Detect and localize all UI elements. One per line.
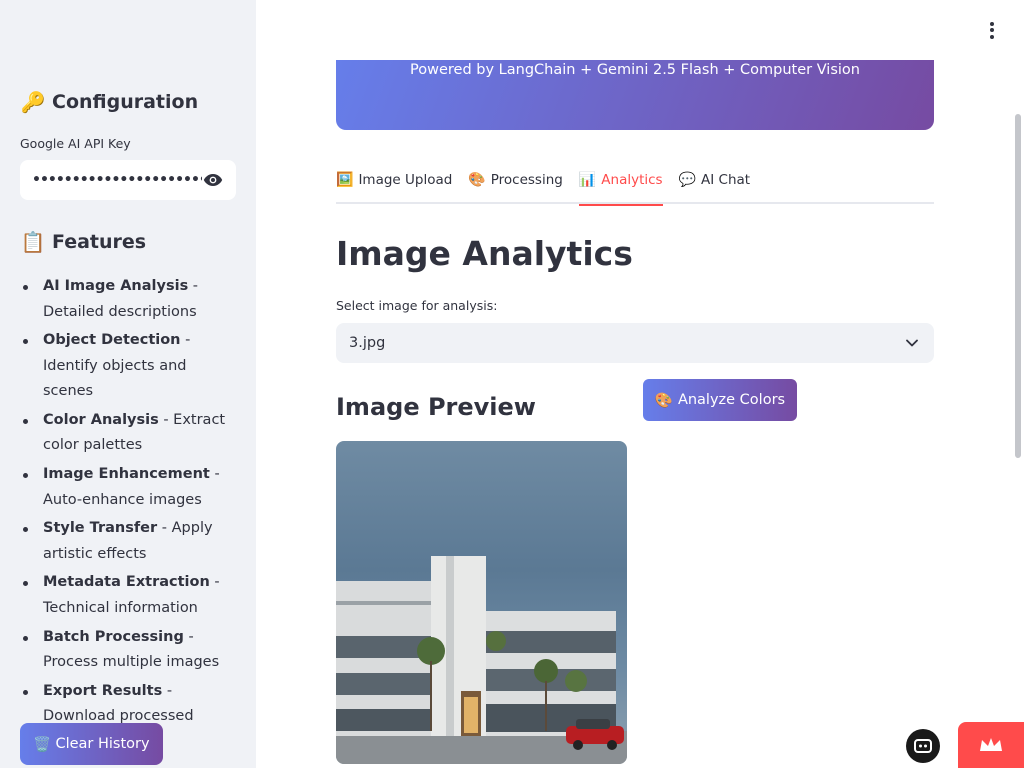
features-heading: 📋 Features — [20, 230, 147, 254]
key-icon: 🔑 — [20, 90, 46, 114]
trash-icon: 🗑️ — [33, 736, 52, 753]
api-key-value[interactable]: ••••••••••••••••••••••••••••• — [32, 172, 202, 188]
tab-label: AI Chat — [701, 172, 751, 188]
feature-name: Export Results — [43, 682, 163, 699]
feature-item: Metadata Extraction - Technical informat… — [20, 570, 240, 621]
palette-icon: 🎨 — [654, 392, 673, 409]
picture-icon: 🖼️ — [336, 172, 354, 188]
feature-item: Color Analysis - Extract color palettes — [20, 408, 240, 459]
analyze-colors-label: Analyze Colors — [677, 392, 786, 408]
streamlit-app-badge-icon[interactable] — [906, 729, 940, 763]
feature-item: Image Enhancement - Auto-enhance images — [20, 462, 240, 513]
analyze-colors-button[interactable]: 🎨 Analyze Colors — [643, 379, 797, 421]
feature-item: Object Detection - Identify objects and … — [20, 328, 240, 405]
feature-item: AI Image Analysis - Detailed description… — [20, 274, 240, 325]
tab-image-upload[interactable]: 🖼️ Image Upload — [336, 166, 452, 204]
header-banner: Powered by LangChain + Gemini 2.5 Flash … — [336, 60, 934, 130]
clipboard-icon: 📋 — [20, 230, 46, 254]
selected-image-value: 3.jpg — [349, 335, 386, 351]
feature-name: Color Analysis — [43, 411, 159, 428]
configuration-heading: 🔑 Configuration — [20, 90, 199, 114]
tab-label: Processing — [490, 172, 563, 188]
tab-label: Image Upload — [358, 172, 453, 188]
tab-bar: 🖼️ Image Upload 🎨 Processing 📊 Analytics… — [336, 166, 934, 206]
select-image-label: Select image for analysis: — [336, 298, 498, 313]
tab-analytics[interactable]: 📊 Analytics — [578, 166, 663, 206]
page-title: Image Analytics — [336, 234, 633, 273]
feature-item: Style Transfer - Apply artistic effects — [20, 516, 240, 567]
banner-subtitle: Powered by LangChain + Gemini 2.5 Flash … — [410, 62, 860, 78]
speech-bubble-icon: 💬 — [678, 172, 697, 188]
clear-history-label: Clear History — [55, 736, 150, 752]
tab-processing[interactable]: 🎨 Processing — [468, 166, 563, 204]
api-key-label: Google AI API Key — [20, 136, 131, 151]
api-key-input[interactable]: ••••••••••••••••••••••••••••• — [20, 160, 236, 200]
feature-name: Object Detection — [43, 332, 181, 349]
feature-name: AI Image Analysis — [43, 278, 189, 294]
crown-icon[interactable] — [958, 722, 1024, 768]
feature-name: Style Transfer — [43, 520, 158, 537]
bar-chart-icon: 📊 — [578, 172, 597, 188]
image-select[interactable]: 3.jpg — [336, 323, 934, 363]
features-list: AI Image Analysis - Detailed description… — [20, 274, 240, 759]
feature-name: Metadata Extraction — [43, 574, 210, 591]
chevron-down-icon — [904, 335, 920, 351]
configuration-title: Configuration — [52, 91, 199, 113]
feature-item: Batch Processing - Process multiple imag… — [20, 625, 240, 676]
main-menu-icon[interactable] — [982, 20, 1002, 40]
feature-name: Image Enhancement — [43, 466, 210, 483]
clear-history-button[interactable]: 🗑️ Clear History — [20, 723, 163, 765]
palette-icon: 🎨 — [468, 172, 486, 188]
image-preview — [336, 441, 627, 764]
feature-name: Batch Processing — [43, 628, 184, 645]
show-password-icon[interactable] — [202, 169, 224, 191]
tab-ai-chat[interactable]: 💬 AI Chat — [679, 166, 751, 204]
sidebar: 🔑 Configuration Google AI API Key ••••••… — [0, 0, 256, 768]
tab-label: Analytics — [601, 172, 663, 188]
preview-title: Image Preview — [336, 393, 536, 421]
features-title: Features — [52, 231, 147, 253]
scrollbar[interactable] — [1015, 114, 1021, 458]
